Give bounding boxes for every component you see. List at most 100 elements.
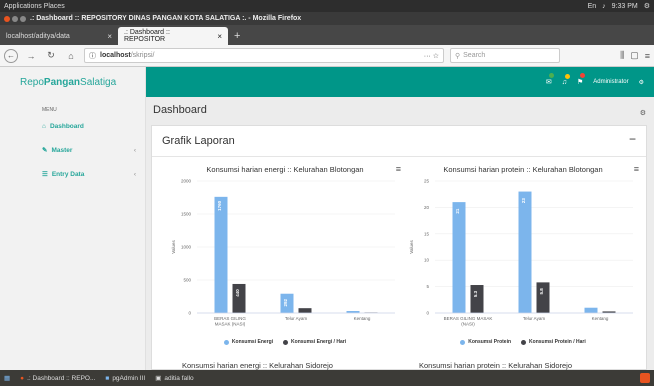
y-tick-label: 15 — [424, 231, 430, 236]
info-icon[interactable]: ⓘ — [89, 51, 96, 61]
legend-item[interactable]: Konsumsi Energi — [223, 339, 274, 345]
sidebar-item-entry-data[interactable]: ☰ Entry Data ‹ — [0, 164, 146, 179]
main-content: Dashboard ⚙ Grafik Laporan − Konsumsi ha… — [146, 97, 654, 370]
bar — [536, 282, 550, 313]
home-icon[interactable]: ⌂ — [64, 51, 78, 61]
user-name[interactable]: Administrator — [593, 79, 628, 85]
brand-part-pangan: Pangan — [43, 76, 81, 88]
page-actions-icon[interactable]: ··· ☆ — [424, 52, 439, 60]
data-label: 440 — [235, 289, 240, 297]
x-tick-label: Kentang — [592, 316, 609, 321]
data-label: 292 — [283, 298, 288, 306]
language-indicator[interactable]: En — [588, 3, 597, 10]
y-axis-label: Values — [171, 240, 176, 254]
notification-bell-icon[interactable]: ♫ — [562, 73, 570, 86]
chart-menu-icon[interactable]: ≡ — [634, 164, 639, 174]
taskbar-label: .: Dashboard :: REPO... — [27, 374, 96, 382]
tab-localhost-data[interactable]: localhost/aditya/data × — [0, 27, 118, 45]
card-divider — [152, 156, 646, 157]
close-tab-icon[interactable]: × — [217, 32, 222, 41]
edit-icon: ✎ — [42, 147, 48, 154]
next-chart-title-right: Konsumsi harian protein :: Kelurahan Sid… — [419, 361, 573, 370]
legend-item[interactable]: Konsumsi Protein / Hari — [521, 339, 586, 345]
y-tick-label: 0 — [188, 311, 191, 316]
x-tick-label: Kentang — [354, 316, 371, 321]
data-label: 21 — [455, 208, 460, 214]
card-title: Grafik Laporan — [162, 135, 235, 147]
bar — [298, 308, 312, 313]
taskbar-item-terminal[interactable]: ▣ aditia fallo — [155, 374, 194, 383]
tab-label: .: Dashboard :: REPOSITOR — [124, 29, 170, 43]
legend-swatch — [460, 339, 466, 345]
flag-icon[interactable]: ⚑ — [577, 73, 585, 86]
reload-button[interactable]: ↻ — [44, 50, 58, 61]
bar — [470, 285, 484, 313]
protein-chart: Konsumsi harian protein :: Kelurahan Blo… — [405, 164, 641, 345]
gear-icon[interactable]: ⚙ — [640, 109, 646, 117]
y-axis-label: Values — [409, 240, 414, 254]
sidebar-item-label: Entry Data — [51, 170, 85, 178]
sidebar-item-dashboard[interactable]: ⌂ Dashboard — [0, 117, 146, 130]
taskbar-label: aditia fallo — [164, 374, 194, 382]
taskbar-item-pgadmin[interactable]: ■ pgAdmin III — [105, 375, 145, 382]
url-path: /skripsi/ — [130, 52, 155, 59]
legend-swatch — [521, 339, 527, 345]
url-host: localhost — [100, 52, 131, 59]
workspace-switcher[interactable] — [640, 373, 650, 383]
minimize-window-icon[interactable] — [12, 15, 18, 22]
library-icon[interactable]: ⫼ — [620, 50, 624, 61]
os-menu[interactable]: Applications Places — [4, 3, 65, 10]
close-tab-icon[interactable]: × — [107, 32, 112, 41]
brand-part-salatiga: Salatiga — [80, 76, 117, 88]
legend-item[interactable]: Konsumsi Protein — [460, 339, 511, 345]
x-tick-label: BERAS GILING — [214, 316, 246, 321]
hamburger-menu-icon[interactable]: ≡ — [645, 51, 650, 61]
system-tray: En ♪ 9:33 PM ⚙ — [588, 2, 650, 11]
menu-heading: MENU — [42, 107, 57, 113]
bar — [584, 307, 598, 313]
brand-part-repo: Repo — [20, 76, 44, 88]
legend-label: Konsumsi Protein — [468, 339, 512, 345]
sidebar-toggle-icon[interactable]: ▢ — [630, 50, 639, 61]
x-tick-label: (NASI) — [461, 322, 475, 327]
volume-icon[interactable]: ♪ — [602, 3, 606, 10]
chevron-left-icon: ‹ — [133, 146, 136, 154]
legend-label: Konsumsi Protein / Hari — [529, 339, 586, 345]
chart-menu-icon[interactable]: ≡ — [396, 164, 401, 174]
tab-dashboard[interactable]: .: Dashboard :: REPOSITOR × — [118, 27, 228, 45]
close-window-icon[interactable] — [4, 15, 10, 22]
taskbar: ▦ ●.: Dashboard :: REPO... ■ pgAdmin III … — [0, 370, 654, 386]
bar — [214, 196, 228, 313]
mail-icon[interactable]: ✉ — [546, 73, 554, 86]
x-tick-label: Telur Ayam — [285, 316, 307, 321]
y-tick-label: 1500 — [181, 212, 192, 217]
search-input[interactable]: ⚲ Search — [450, 48, 560, 63]
maximize-window-icon[interactable] — [20, 15, 26, 22]
forward-button[interactable]: → — [24, 51, 38, 61]
back-button[interactable]: ← — [4, 48, 18, 63]
chart-legend: Konsumsi Energi Konsumsi Energi / Hari — [167, 339, 403, 345]
settings-icon[interactable]: ⚙ — [644, 2, 650, 10]
new-tab-button[interactable]: + — [228, 27, 246, 45]
data-label: 1760 — [217, 200, 222, 211]
clock[interactable]: 9:33 PM — [612, 3, 638, 10]
terminal-icon: ▣ — [155, 375, 162, 382]
legend-label: Konsumsi Energi — [231, 339, 274, 345]
x-tick-label: BERAS GILING MASAK — [444, 316, 493, 321]
chart-legend: Konsumsi Protein Konsumsi Protein / Hari — [405, 339, 641, 345]
chart-plot: 0 500 1000 1500 2000 Values 1760 440 BERAS GILIN… — [171, 179, 395, 327]
search-icon: ⚲ — [455, 52, 461, 60]
collapse-button[interactable]: − — [629, 132, 636, 146]
settings-icon[interactable]: ⚙ — [639, 79, 644, 86]
page-title: Dashboard — [153, 104, 207, 116]
sidebar-item-master[interactable]: ✎ Master ‹ — [0, 140, 146, 155]
tab-strip: localhost/aditya/data × .: Dashboard :: … — [0, 25, 654, 45]
show-desktop-icon[interactable]: ▦ — [4, 374, 10, 382]
legend-item[interactable]: Konsumsi Energi / Hari — [283, 339, 346, 345]
taskbar-item-firefox[interactable]: ●.: Dashboard :: REPO... — [20, 375, 95, 382]
chevron-left-icon: ‹ — [133, 170, 136, 178]
data-label: 5.3 — [473, 290, 478, 297]
url-bar[interactable]: ⓘ localhost/skripsi/ ··· ☆ — [84, 48, 444, 63]
brand-logo[interactable]: Repo Pangan Salatiga — [0, 67, 145, 97]
sidebar-item-label: Dashboard — [49, 123, 84, 130]
